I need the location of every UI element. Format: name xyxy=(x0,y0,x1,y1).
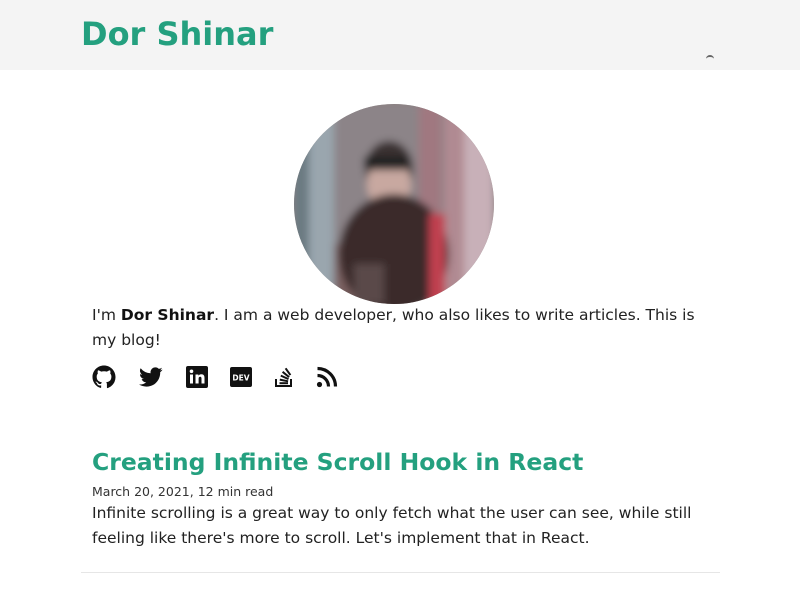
twitter-link[interactable] xyxy=(139,365,163,389)
bio-name: Dor Shinar xyxy=(120,306,215,324)
post-divider xyxy=(81,572,720,573)
site-header: Dor Shinar xyxy=(0,0,800,70)
linkedin-icon xyxy=(186,366,208,388)
dev-icon-text: DEV xyxy=(232,374,249,383)
rss-icon xyxy=(316,366,338,388)
site-title-link[interactable]: Dor Shinar xyxy=(81,14,273,54)
avatar xyxy=(294,104,494,304)
linkedin-link[interactable] xyxy=(185,365,209,389)
avatar-photo xyxy=(294,104,494,304)
post-meta: March 20, 2021, 12 min read xyxy=(92,484,274,499)
dev-link[interactable]: DEV xyxy=(229,365,253,389)
stackoverflow-link[interactable] xyxy=(272,365,296,389)
stackoverflow-icon xyxy=(275,367,292,387)
post-excerpt: Infinite scrolling is a great way to onl… xyxy=(92,504,692,547)
github-icon xyxy=(92,365,116,389)
rss-link[interactable] xyxy=(315,365,339,389)
bio-prefix: I'm xyxy=(92,306,121,324)
github-link[interactable] xyxy=(92,365,116,389)
dev-icon: DEV xyxy=(230,367,252,387)
twitter-icon xyxy=(139,367,163,387)
header-arc-icon xyxy=(706,55,714,59)
post-title-link[interactable]: Creating Infinite Scroll Hook in React xyxy=(92,446,583,478)
bio-text: I'm Dor Shinar. I am a web developer, wh… xyxy=(92,303,712,353)
